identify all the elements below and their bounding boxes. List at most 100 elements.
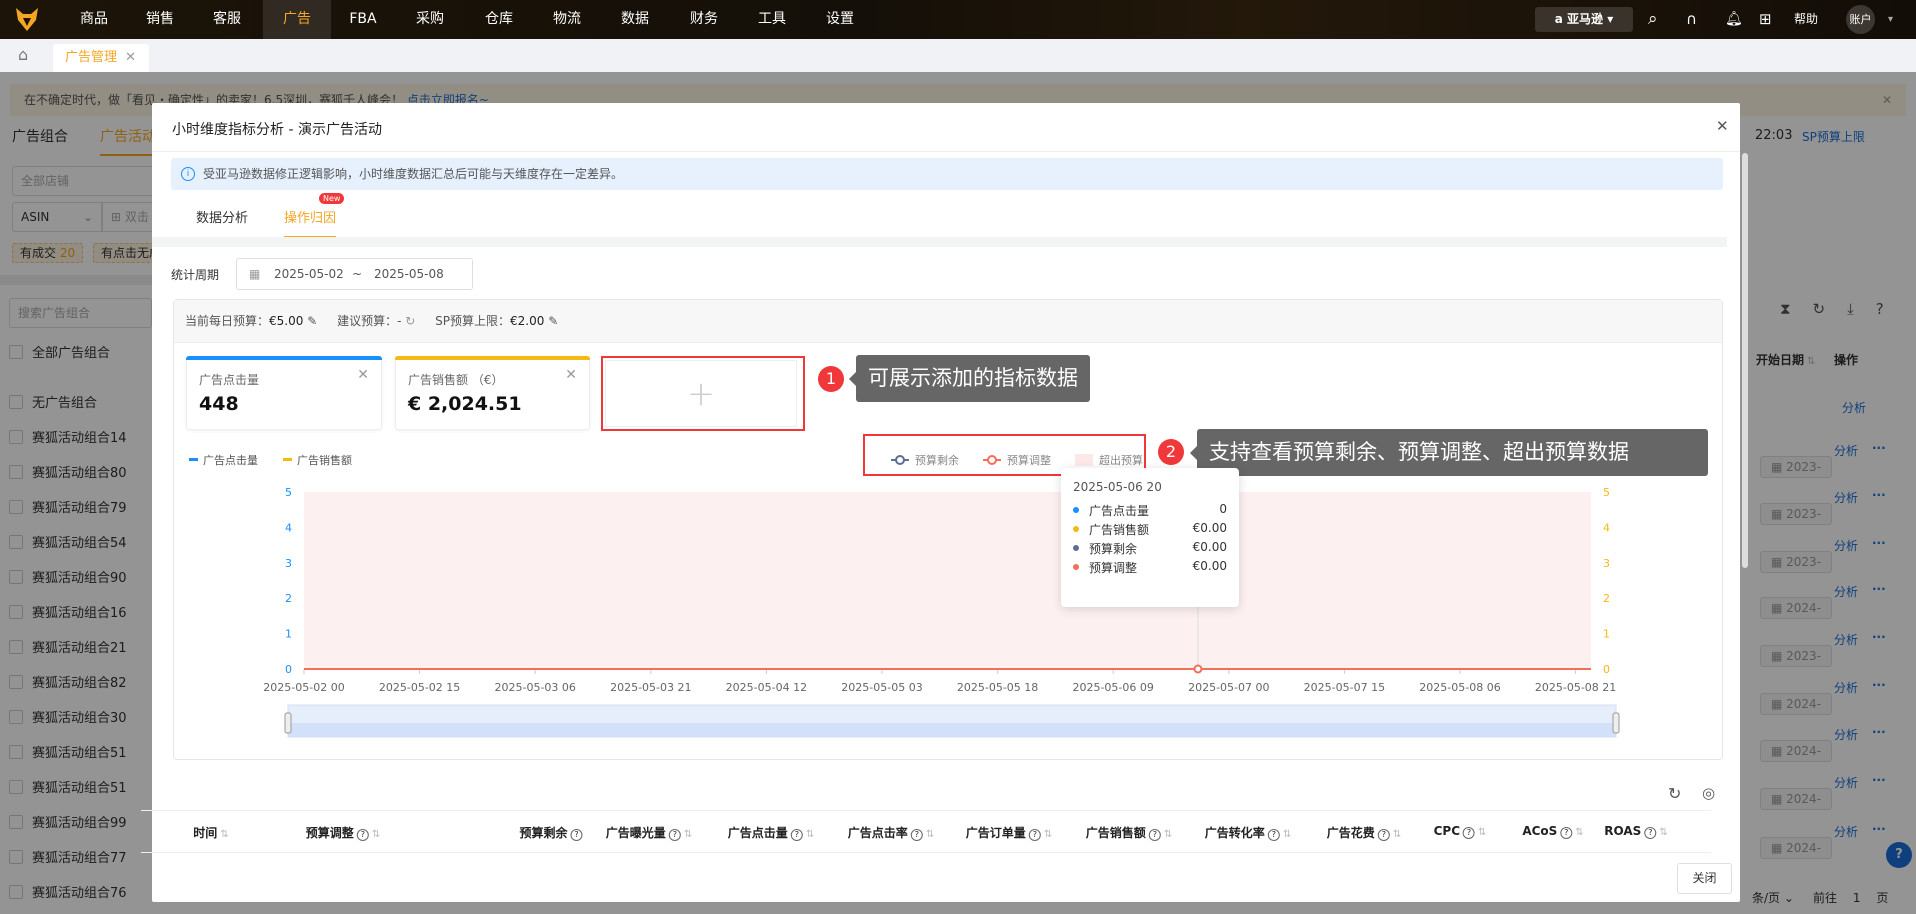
settings-icon[interactable]: ◎ [1702,784,1715,802]
y-left-tick-label: 4 [285,521,292,534]
refresh-icon[interactable]: ↻ [1668,784,1681,803]
y-right-tick-label: 5 [1603,486,1610,499]
nav-item[interactable]: 财务 [670,0,738,39]
help-icon: ? [1267,829,1280,841]
sort-icon[interactable]: ⇅ [1393,829,1401,840]
help-icon: ? [790,829,803,841]
help-link[interactable]: 帮助 [1794,0,1818,39]
y-left-tick-label: 1 [285,628,292,641]
close-icon[interactable]: ✕ [357,367,369,383]
plus-icon: + [605,360,797,427]
sort-icon[interactable]: ⇅ [220,829,228,840]
sort-icon[interactable]: ⇅ [1283,829,1291,840]
column-header[interactable]: 预算剩余? [519,824,583,841]
column-header[interactable]: CPC? ⇅ [1434,824,1486,839]
sort-icon[interactable]: ⇅ [1478,827,1486,838]
y-right-tick-label: 2 [1603,592,1610,605]
legend-swatch [1075,454,1093,466]
nav-item[interactable]: FBA [329,0,397,39]
column-header[interactable]: ROAS? ⇅ [1604,824,1668,839]
nav-item[interactable]: 工具 [738,0,806,39]
column-header[interactable]: 广告订单量? ⇅ [966,824,1052,841]
help-icon: ? [668,829,681,841]
sort-icon[interactable]: ⇅ [372,829,380,840]
metric-card-clicks[interactable]: 广告点击量 448 ✕ [186,356,382,430]
sort-icon[interactable]: ⇅ [926,829,934,840]
edit-icon[interactable]: ✎ [548,314,558,328]
column-header[interactable]: 广告点击率? ⇅ [848,824,934,841]
new-badge: New [319,193,345,204]
x-tick-label: 2025-05-07 00 [1188,681,1269,694]
sort-icon[interactable]: ⇅ [1575,827,1583,838]
nav-item[interactable]: 客服 [193,0,261,39]
sort-icon[interactable]: ⇅ [1044,829,1052,840]
nav-item[interactable]: 设置 [806,0,874,39]
column-header[interactable]: ACoS? ⇅ [1522,824,1584,839]
nav-item[interactable]: 采购 [396,0,464,39]
sort-icon[interactable]: ⇅ [1659,827,1667,838]
modal-scrollbar[interactable] [1742,153,1748,568]
series-dot [1073,564,1079,570]
avatar[interactable]: 账户 [1846,5,1875,34]
home-icon[interactable]: ⌂ [18,45,28,64]
sort-icon[interactable]: ⇅ [684,829,692,840]
slider-handle-left[interactable] [284,712,292,734]
close-icon[interactable]: ✕ [1716,117,1729,135]
column-header[interactable]: 广告转化率? ⇅ [1205,824,1291,841]
column-header[interactable]: 广告曝光量? ⇅ [606,824,692,841]
legend-label: 预算剩余 [915,453,959,467]
tab-ad-management[interactable]: 广告管理 ✕ [53,44,149,72]
column-header[interactable]: 广告点击量? ⇅ [728,824,814,841]
chart-tooltip: 2025-05-06 20 广告点击量 0 广告销售额 €0.00 预算剩余 €0.00 预… [1061,468,1239,607]
hourly-chart[interactable]: 0 1 2 3 4 5 0 1 2 3 4 5 2025-05-02 00 2025-05-02 15 20… [173,440,1733,750]
close-icon[interactable]: ✕ [125,50,136,65]
help-icon: ? [356,829,369,841]
divider [152,237,1727,247]
refresh-icon[interactable]: ↻ [405,314,415,328]
x-tick-label: 2025-05-07 15 [1304,681,1385,694]
y-left-tick-label: 5 [285,486,292,499]
column-header[interactable]: 广告花费? ⇅ [1327,824,1401,841]
x-tick-label: 2025-05-08 06 [1419,681,1500,694]
y-left-tick-label: 2 [285,592,292,605]
data-zoom-fill [288,723,1616,737]
chevron-down-icon[interactable]: ▾ [1888,0,1893,39]
y-right-tick-label: 1 [1603,628,1610,641]
x-tick-label: 2025-05-06 09 [1072,681,1153,694]
budget-info-bar: 当前每日预算：€5.00 ✎ 建议预算：- ↻ SP预算上限：€2.00 ✎ [174,300,1722,343]
nav-item[interactable]: 仓库 [465,0,533,39]
x-tick-label: 2025-05-02 15 [379,681,460,694]
bell-icon[interactable]: 🔔︎ [1725,0,1743,39]
date-range-picker[interactable]: ▦ 2025-05-02 ~2025-05-08 [236,258,473,290]
tooltip-row: 广告点击量 0 [1073,502,1227,520]
sort-icon[interactable]: ⇅ [1164,829,1172,840]
column-header[interactable]: 广告销售额? ⇅ [1086,824,1172,841]
close-button[interactable]: 关闭 [1677,863,1732,894]
close-icon[interactable]: ✕ [565,367,577,383]
add-metric-button[interactable]: + [601,356,805,431]
nav-item[interactable]: 商品 [60,0,128,39]
tooltip-row: 预算剩余 €0.00 [1073,540,1227,558]
apps-grid-icon[interactable]: ⊞ [1759,0,1772,39]
legend-marker [895,455,905,465]
metric-card-sales[interactable]: 广告销售额 （€） € 2,024.51 ✕ [395,356,590,430]
tab-operation-attribution[interactable]: 操作归因 New [284,193,345,238]
help-icon: ? [910,829,923,841]
series-dot [1073,526,1079,532]
tab-data-analysis[interactable]: 数据分析 [196,207,248,237]
nav-item[interactable]: 数据 [601,0,669,39]
column-header[interactable]: 时间 ⇅ [193,824,228,841]
slider-handle-right[interactable] [1612,712,1620,734]
edit-icon[interactable]: ✎ [307,314,317,328]
search-icon[interactable]: ⌕ [1648,0,1658,39]
fox-logo[interactable] [14,6,40,32]
sort-icon[interactable]: ⇅ [806,829,814,840]
nav-item[interactable]: 销售 [126,0,194,39]
column-header[interactable]: 预算调整? ⇅ [306,824,380,841]
nav-item[interactable]: 广告 [263,0,331,39]
nav-item[interactable]: 物流 [533,0,601,39]
legend-swatch [189,458,198,461]
marketplace-select[interactable]: a 亚马逊 ▾ [1535,7,1633,32]
y-right-tick-label: 4 [1603,521,1610,534]
headset-icon[interactable]: ∩ [1686,0,1697,39]
